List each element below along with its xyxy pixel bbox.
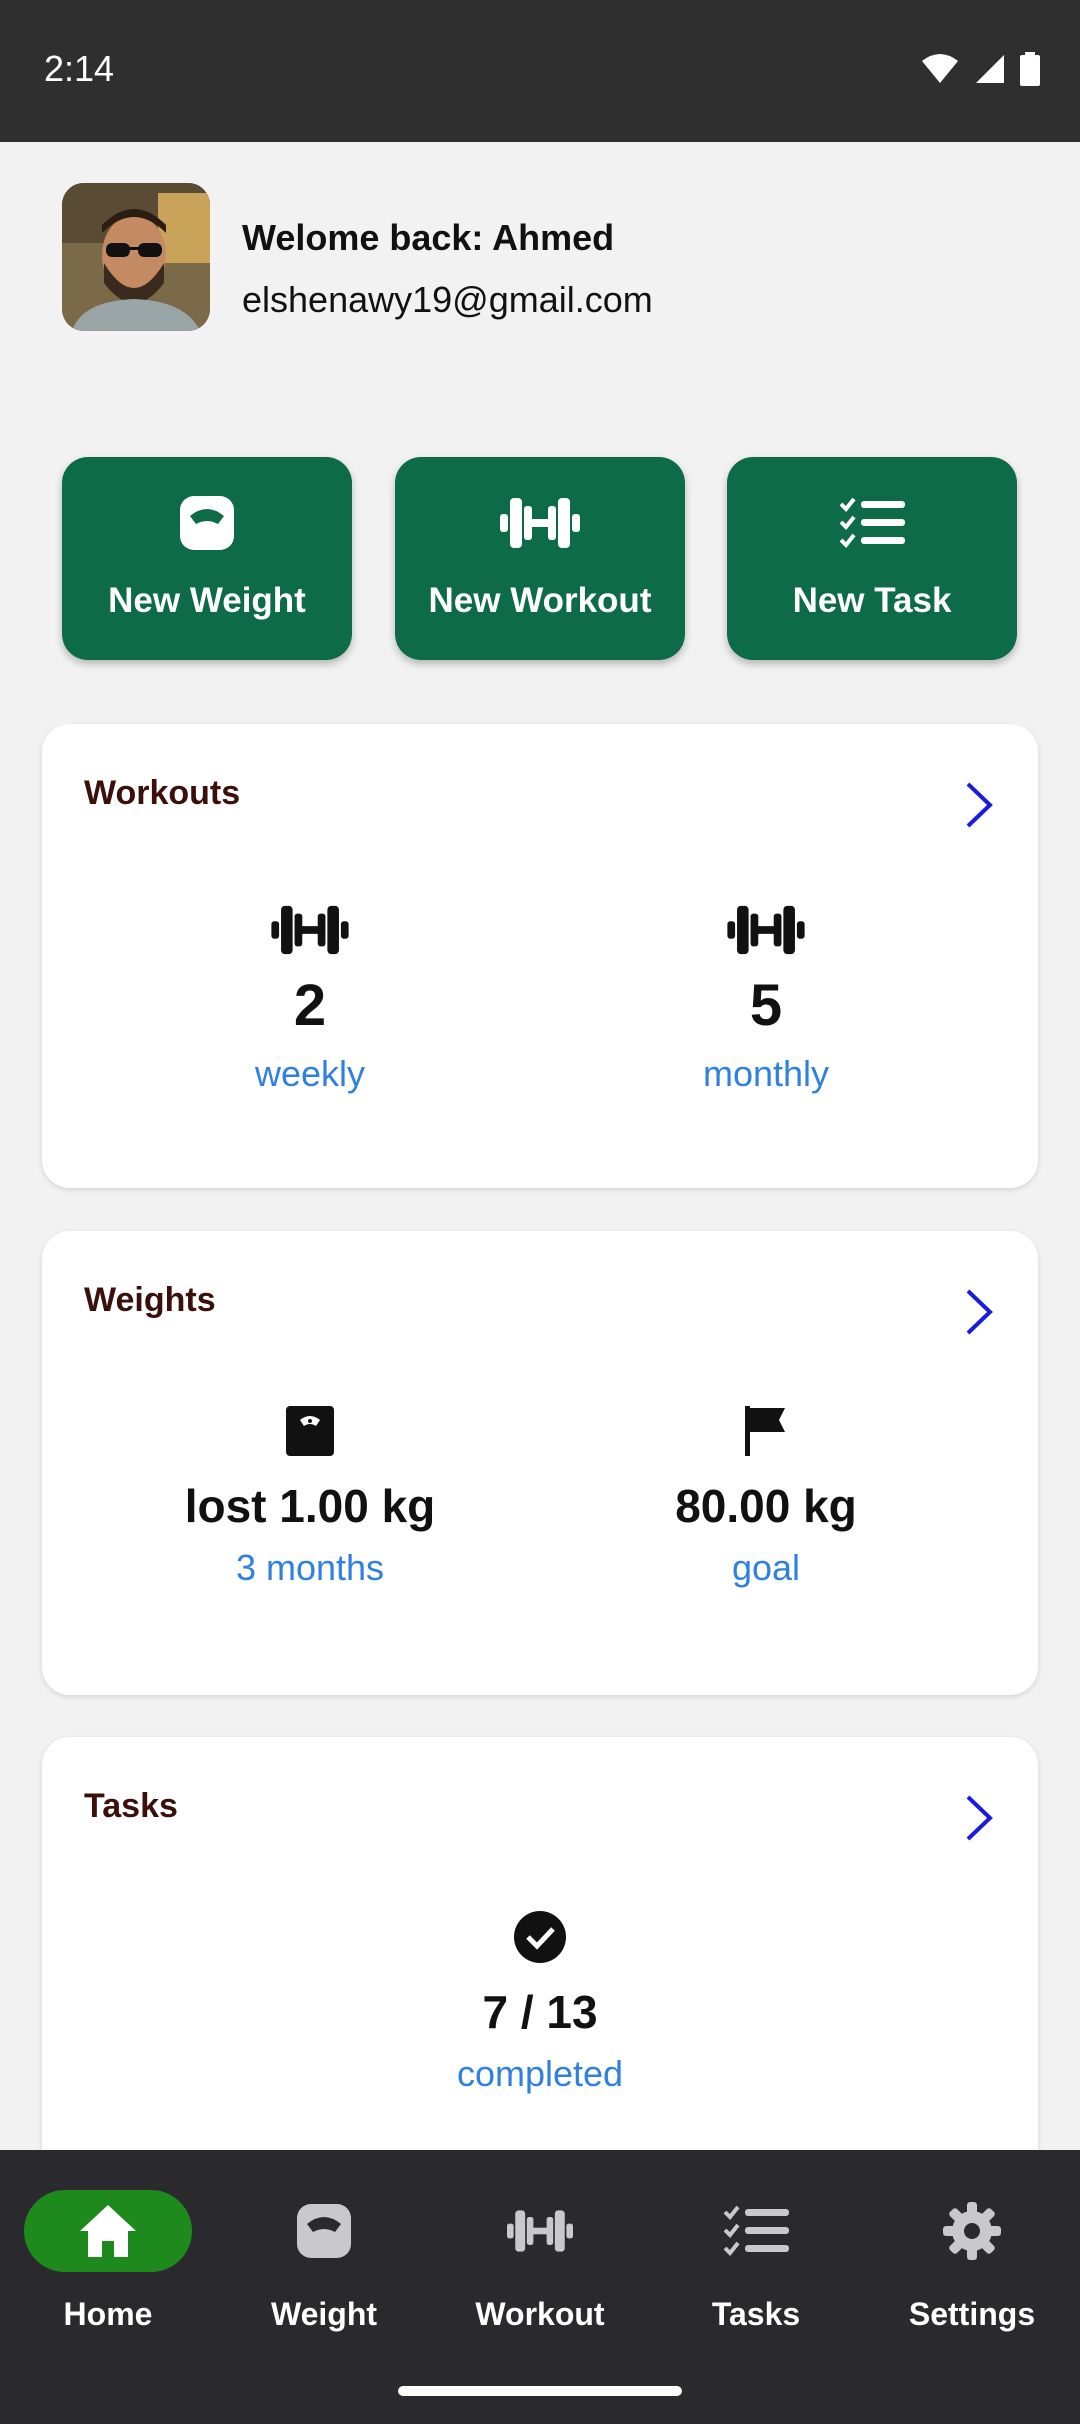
weights-card-title: Weights [84, 1281, 216, 1319]
nav-item-workout[interactable]: Workout [440, 2190, 640, 2333]
scale-icon [178, 491, 236, 555]
tasks-card-title: Tasks [84, 1787, 178, 1825]
home-icon [24, 2190, 192, 2272]
check-circle-icon [390, 1907, 690, 1967]
avatar[interactable] [62, 183, 210, 331]
new-workout-label: New Workout [428, 581, 652, 620]
nav-label-home: Home [63, 2296, 153, 2332]
nav-label-settings: Settings [908, 2296, 1036, 2332]
gear-icon [872, 2190, 1072, 2272]
status-icons [920, 52, 1040, 86]
weight-goal-stat: 80.00 kg goal [616, 1401, 916, 1589]
chevron-right-icon[interactable] [962, 780, 996, 835]
status-bar: 2:14 [0, 0, 1080, 142]
scale-icon [160, 1401, 460, 1461]
chevron-right-icon[interactable] [962, 1793, 996, 1848]
dumbbell-icon [160, 900, 460, 960]
dumbbell-icon [500, 491, 580, 555]
profile-header: Welome back: Ahmed elshenawy19@gmail.com [62, 183, 1022, 331]
wifi-icon [922, 54, 958, 83]
weight-goal-value: 80.00 kg [675, 1480, 857, 1532]
workouts-card-title: Workouts [84, 774, 241, 812]
workouts-card[interactable]: Workouts 2 weekly 5 monthly [42, 724, 1038, 1188]
scale-icon [224, 2190, 424, 2272]
dumbbell-icon [440, 2190, 640, 2272]
weight-lost-stat: lost 1.00 kg 3 months [160, 1401, 460, 1589]
tasks-completed-label: completed [456, 2053, 624, 2094]
new-weight-label: New Weight [108, 581, 306, 620]
battery-icon [1020, 52, 1040, 86]
nav-item-tasks[interactable]: Tasks [656, 2190, 856, 2333]
weight-goal-label: goal [731, 1547, 801, 1588]
checklist-icon [839, 491, 905, 555]
nav-label-tasks: Tasks [711, 2296, 801, 2332]
weights-card[interactable]: Weights lost 1.00 kg 3 months 80.00 kg g… [42, 1231, 1038, 1695]
greeting-text: Welome back: Ahmed [242, 217, 615, 258]
dumbbell-icon [616, 900, 916, 960]
new-workout-button[interactable]: New Workout [395, 457, 685, 660]
nav-label-weight: Weight [270, 2296, 378, 2332]
weekly-workouts-value: 2 [293, 973, 327, 1038]
monthly-workouts-label: monthly [702, 1053, 830, 1094]
weekly-workouts-label: weekly [254, 1053, 366, 1094]
tasks-card[interactable]: Tasks 7 / 13 completed [42, 1737, 1038, 2201]
gesture-bar[interactable] [398, 2386, 682, 2396]
chevron-right-icon[interactable] [962, 1287, 996, 1342]
nav-item-weight[interactable]: Weight [224, 2190, 424, 2333]
nav-item-home[interactable]: Home [8, 2190, 208, 2333]
checklist-icon [656, 2190, 856, 2272]
weight-lost-period: 3 months [235, 1547, 385, 1588]
user-email: elshenawy19@gmail.com [242, 279, 653, 320]
new-task-button[interactable]: New Task [727, 457, 1017, 660]
flag-icon [616, 1401, 916, 1461]
monthly-workouts-stat: 5 monthly [616, 900, 916, 1095]
nav-item-settings[interactable]: Settings [872, 2190, 1072, 2333]
weekly-workouts-stat: 2 weekly [160, 900, 460, 1095]
bottom-nav: Home Weight Workout Tasks Settings [0, 2150, 1080, 2424]
tasks-completed-value: 7 / 13 [482, 1986, 598, 2038]
monthly-workouts-value: 5 [749, 973, 783, 1038]
status-time: 2:14 [44, 48, 115, 89]
new-weight-button[interactable]: New Weight [62, 457, 352, 660]
signal-icon [976, 55, 1004, 83]
tasks-completed-stat: 7 / 13 completed [390, 1907, 690, 2095]
weight-lost-value: lost 1.00 kg [184, 1480, 436, 1532]
nav-label-workout: Workout [475, 2296, 605, 2332]
new-task-label: New Task [792, 581, 952, 620]
